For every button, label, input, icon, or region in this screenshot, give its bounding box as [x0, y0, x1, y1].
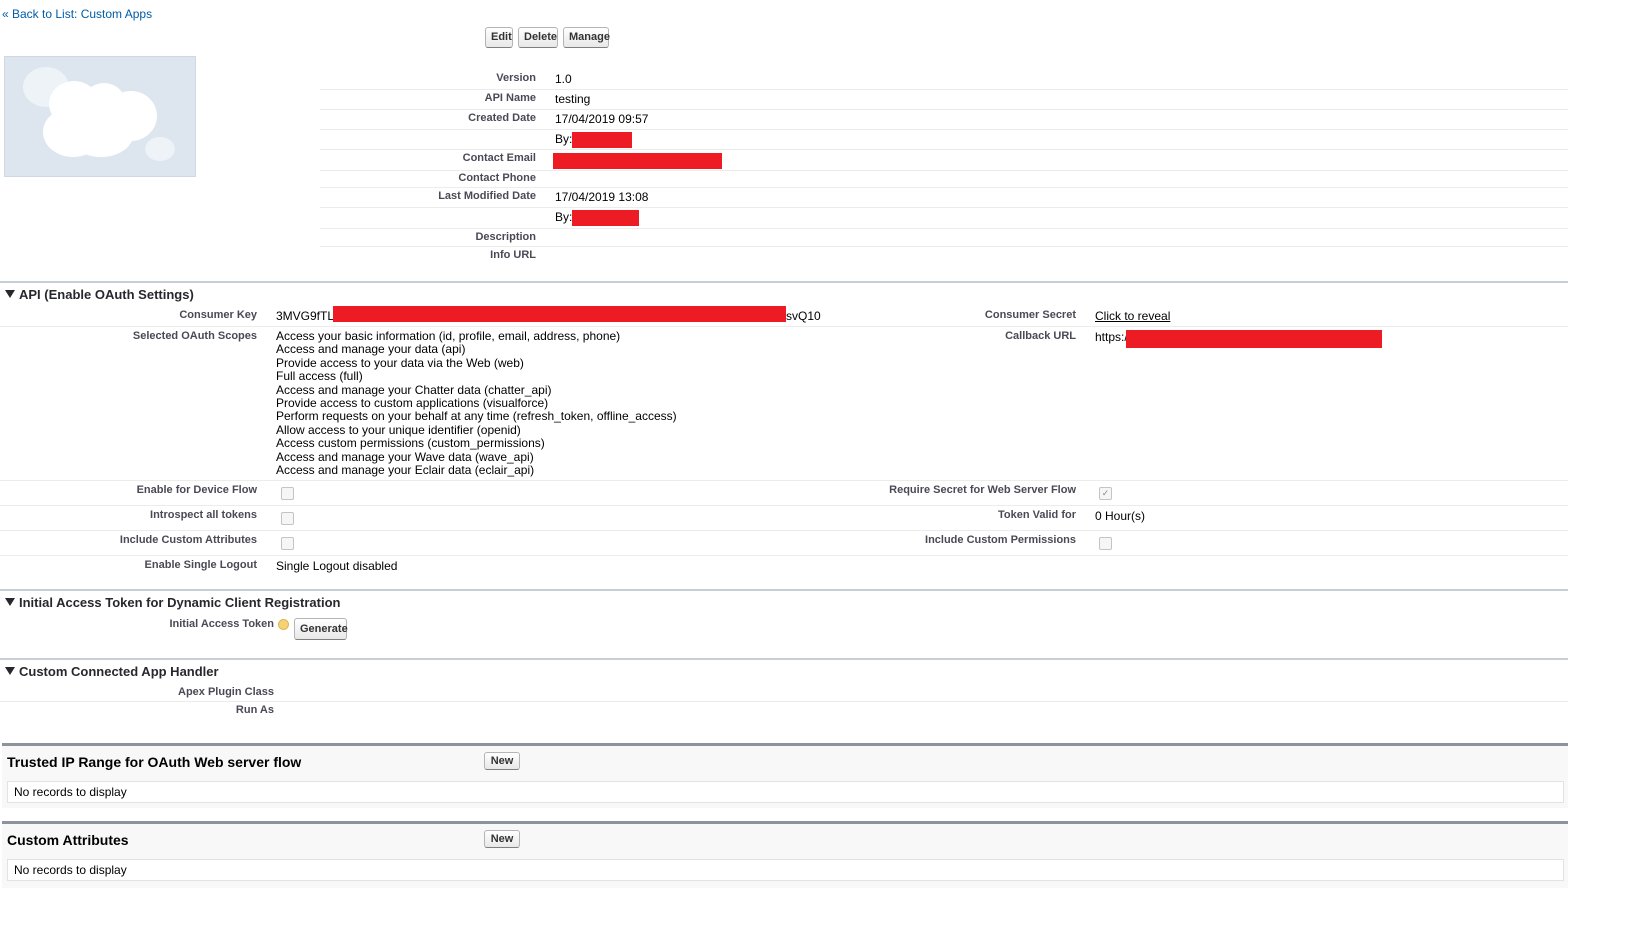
contact-phone-label: Contact Phone	[458, 172, 536, 184]
device-flow-label: Enable for Device Flow	[136, 484, 257, 496]
modified-by-label: By:	[555, 210, 573, 224]
consumer-key-label: Consumer Key	[179, 309, 257, 321]
initial-token-section-title[interactable]: Initial Access Token for Dynamic Client …	[5, 595, 340, 610]
scope-item: Access custom permissions (custom_permis…	[276, 436, 545, 451]
created-by-label: By:	[555, 132, 573, 146]
run-as-label: Run As	[235, 704, 274, 716]
description-label: Description	[475, 231, 536, 243]
delete-button[interactable]: Delete	[518, 27, 558, 48]
require-secret-label: Require Secret for Web Server Flow	[889, 484, 1076, 496]
created-by-redaction	[572, 132, 632, 148]
collapse-triangle-icon[interactable]	[5, 667, 15, 675]
custom-attributes-related-list: Custom Attributes New No records to disp…	[2, 821, 1568, 888]
custom-attributes-label: Include Custom Attributes	[119, 534, 257, 546]
created-date-label: Created Date	[468, 112, 536, 124]
back-to-list-link[interactable]: « Back to List: Custom Apps	[2, 7, 152, 21]
callback-url-prefix: https:/	[1095, 330, 1128, 344]
scope-item: Allow access to your unique identifier (…	[276, 422, 521, 437]
consumer-key-prefix: 3MVG9fTL	[276, 309, 335, 323]
modified-by-redaction	[572, 210, 639, 226]
single-logout-value: Single Logout disabled	[276, 559, 398, 573]
scope-item: Full access (full)	[276, 369, 363, 384]
manage-button[interactable]: Manage	[563, 27, 610, 48]
custom-attributes-empty-message: No records to display	[7, 859, 1564, 881]
initial-access-token-label: Initial Access Token	[169, 618, 274, 630]
consumer-secret-label: Consumer Secret	[984, 309, 1076, 321]
scope-item: Access and manage your Wave data (wave_a…	[276, 449, 534, 464]
info-url-label: Info URL	[490, 249, 536, 261]
contact-email-label: Contact Email	[462, 152, 536, 164]
scope-item: Provide access to your data via the Web …	[276, 355, 524, 370]
version-value: 1.0	[555, 72, 572, 86]
require-secret-checkbox: ✓	[1099, 487, 1112, 500]
custom-attributes-new-button[interactable]: New	[484, 830, 520, 848]
custom-attributes-title: Custom Attributes	[7, 832, 129, 848]
contact-email-redaction	[553, 153, 722, 169]
created-date-value: 17/04/2019 09:57	[555, 112, 649, 126]
scope-item: Perform requests on your behalf at any t…	[276, 409, 677, 424]
trusted-ip-empty-message: No records to display	[7, 781, 1564, 803]
trusted-ip-title: Trusted IP Range for OAuth Web server fl…	[7, 754, 302, 770]
click-to-reveal-link[interactable]: Click to reveal	[1095, 309, 1170, 323]
oauth-scopes-list: Access your basic information (id, profi…	[276, 329, 677, 478]
single-logout-label: Enable Single Logout	[144, 559, 257, 571]
callback-url-label: Callback URL	[1005, 330, 1076, 342]
scope-item: Access and manage your Eclair data (ecla…	[276, 463, 535, 478]
apex-plugin-class-label: Apex Plugin Class	[178, 686, 274, 698]
collapse-triangle-icon[interactable]	[5, 598, 15, 606]
oauth-scopes-label: Selected OAuth Scopes	[132, 330, 257, 342]
last-modified-value: 17/04/2019 13:08	[555, 190, 649, 204]
scope-item: Access and manage your data (api)	[276, 342, 466, 357]
token-valid-label: Token Valid for	[997, 509, 1076, 521]
handler-section-title[interactable]: Custom Connected App Handler	[5, 664, 219, 679]
collapse-triangle-icon[interactable]	[5, 290, 15, 298]
generate-button[interactable]: Generate	[294, 618, 348, 640]
callback-url-redaction	[1126, 330, 1382, 348]
consumer-key-redaction	[333, 306, 786, 322]
device-flow-checkbox	[281, 487, 294, 500]
custom-permissions-label: Include Custom Permissions	[925, 534, 1076, 546]
scope-item: Provide access to custom applications (v…	[276, 396, 549, 411]
introspect-tokens-label: Introspect all tokens	[150, 509, 257, 521]
api-name-label: API Name	[484, 92, 536, 104]
last-modified-label: Last Modified Date	[438, 190, 536, 202]
edit-button[interactable]: Edit	[485, 27, 513, 48]
custom-attributes-checkbox	[281, 537, 294, 550]
scope-item: Access your basic information (id, profi…	[276, 329, 621, 343]
app-logo	[4, 56, 196, 177]
introspect-tokens-checkbox	[281, 512, 294, 525]
help-info-icon[interactable]	[278, 619, 289, 630]
custom-permissions-checkbox	[1099, 537, 1112, 550]
token-valid-value: 0 Hour(s)	[1095, 509, 1146, 523]
scope-item: Access and manage your Chatter data (cha…	[276, 382, 552, 397]
consumer-key-suffix: svQ10	[786, 309, 821, 323]
api-section-title[interactable]: API (Enable OAuth Settings)	[5, 287, 194, 302]
trusted-ip-related-list: Trusted IP Range for OAuth Web server fl…	[2, 743, 1568, 808]
api-name-value: testing	[555, 92, 591, 106]
trusted-ip-new-button[interactable]: New	[484, 752, 520, 770]
version-label: Version	[496, 72, 536, 84]
